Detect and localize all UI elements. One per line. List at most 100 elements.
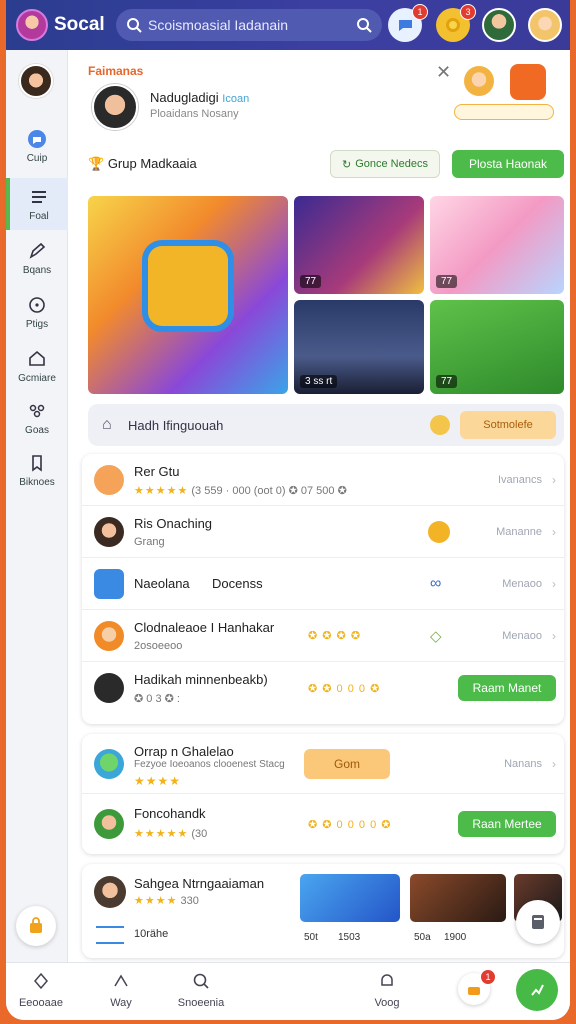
thumb-count: 1900: [444, 932, 467, 943]
check-shield-icon: ◇: [430, 627, 442, 645]
outline-button-label: Gonce Nedecs: [355, 158, 428, 170]
home-icon: [29, 350, 45, 366]
item-action[interactable]: Nanans: [504, 758, 542, 770]
thumb-label: 50a: [414, 932, 431, 943]
trophy-icon: 🏆: [88, 156, 105, 171]
shop-button[interactable]: [16, 906, 56, 946]
bookmark-icon: [32, 454, 42, 472]
group-title-text: Grup Madkaaia: [107, 156, 197, 171]
chevron-right-icon: ›: [552, 576, 556, 591]
list-item[interactable]: Ris Onaching Grang Mananne ›: [82, 506, 564, 558]
sidebar-item-feed[interactable]: Foal: [6, 178, 68, 230]
item-action[interactable]: Ivanancs: [498, 474, 542, 486]
tile-caption: 77: [436, 375, 458, 388]
sidebar-item-label: Gcmiare: [18, 372, 56, 384]
star-rating: ★★★★★: [134, 485, 189, 497]
item-count: 330: [180, 895, 199, 907]
sidebar-item-groups[interactable]: Goas: [6, 392, 68, 444]
banner-title: Hadh Ifinguouah: [128, 417, 224, 433]
profile-name-link[interactable]: Icoan: [222, 93, 249, 105]
sidebar-item-ptigs[interactable]: Ptigs: [6, 286, 68, 338]
item-sub: 10rähe: [134, 928, 169, 940]
play-fab[interactable]: [516, 969, 558, 1011]
compose-button[interactable]: [516, 900, 560, 944]
item-title: Orrap n Ghalelao: [134, 744, 234, 759]
dice-cube: [148, 246, 228, 326]
banner[interactable]: ⌂ Hadh Ifinguouah Sotmolefe: [88, 404, 564, 446]
bottom-nav-item[interactable]: Eeooaae: [6, 971, 76, 1009]
list-icon: [96, 926, 124, 944]
refresh-icon: ↻: [342, 158, 352, 171]
sidebar-item-label: Bqans: [22, 264, 52, 276]
chat-notification-icon[interactable]: 1: [388, 4, 428, 42]
star-rating: ★★★★: [134, 895, 178, 907]
item-button[interactable]: Raam Manet: [458, 675, 556, 701]
notification-badge: 1: [412, 4, 428, 20]
like-button[interactable]: 1: [458, 969, 496, 1005]
home-icon: ⌂: [102, 416, 112, 433]
search-icon: [127, 18, 142, 33]
media-thumb[interactable]: [300, 874, 400, 922]
search-icon[interactable]: [356, 17, 372, 33]
item-icon: [94, 568, 124, 599]
item-action[interactable]: Menaoo: [502, 578, 542, 590]
banner-pill[interactable]: Sotmolefe: [460, 411, 556, 439]
list-item[interactable]: Orrap n Ghalelao Fezyoe Ioeoanos clooene…: [82, 734, 564, 794]
sun-icon: [428, 520, 450, 543]
friend-avatar[interactable]: [482, 8, 516, 42]
bottom-nav-item[interactable]: Voog: [352, 971, 422, 1009]
friend-card[interactable]: [454, 58, 564, 126]
item-pill[interactable]: Gom: [304, 748, 390, 779]
coin-icon[interactable]: 3: [436, 4, 476, 42]
bottom-nav-item[interactable]: Snoeenia: [166, 971, 236, 1009]
item-sub: 2osoeeoo: [134, 640, 183, 652]
bottom-nav-item[interactable]: Way: [86, 971, 156, 1009]
search-text: Scoismoasial Iadanain: [148, 17, 289, 33]
list-item[interactable]: Foncohandk ★★★★★ (30 ✪ ✪ 0 0 0 0 ✪ Raan …: [82, 794, 564, 854]
sidebar-avatar[interactable]: [19, 64, 53, 98]
game-tile[interactable]: 77: [430, 300, 564, 394]
item-action[interactable]: Mananne: [496, 526, 542, 538]
game-tile-large[interactable]: [88, 196, 288, 394]
list-item[interactable]: Clodnaleaoe I Hanhakar 2osoeeoo ✪ ✪ ✪ ✪ …: [82, 610, 564, 662]
chevron-right-icon: ›: [552, 628, 556, 643]
search-input[interactable]: Scoismoasial Iadanain: [116, 9, 382, 41]
friend-status-pill: [454, 104, 554, 120]
game-tile[interactable]: 77: [294, 196, 424, 294]
list-item[interactable]: Hadikah minnenbeakb) ✪ 0 3 ✪ : ✪ ✪ 0 0 0…: [82, 662, 564, 714]
item-title-2: Docenss: [212, 576, 263, 591]
main-content: Faimanas ✕ Nadugladigi Icoan Ploaidans N…: [68, 50, 570, 962]
media-thumb[interactable]: [410, 874, 506, 922]
game-tile[interactable]: 3 ss rt: [294, 300, 424, 394]
close-icon[interactable]: ✕: [436, 62, 451, 83]
friend-avatar[interactable]: [528, 8, 562, 42]
sidebar-item-pen[interactable]: Bqans: [6, 232, 68, 284]
group-title: 🏆 Grup Madkaaia: [88, 156, 197, 172]
bottom-nav-label: Voog: [374, 997, 400, 1009]
bell-icon: [381, 974, 393, 986]
game-tile[interactable]: 77: [430, 196, 564, 294]
profile-avatar[interactable]: [92, 84, 138, 130]
sidebar-item-bookmarks[interactable]: Biknoes: [6, 444, 68, 496]
list-item[interactable]: Naeolana Docenss ∞ Menaoo ›: [82, 558, 564, 610]
green-action-label: Plosta Haonak: [468, 157, 548, 171]
green-action-button[interactable]: Plosta Haonak: [452, 150, 564, 178]
item-sub: ✪ 0 3 ✪ :: [134, 693, 180, 705]
note-icon: [532, 915, 544, 929]
sidebar-item-chat[interactable]: Cuip: [6, 120, 68, 172]
item-sub: ★★★★★ (30: [134, 827, 207, 840]
item-button[interactable]: Raan Mertee: [458, 811, 556, 837]
sidebar-item-home[interactable]: Gcmiare: [6, 340, 68, 392]
item-avatar: [94, 876, 126, 908]
bottom-nav-label: Eeooaae: [18, 997, 64, 1009]
item-meta: (3 559 · 000 (oot 0) ✪ 07 500 ✪: [191, 485, 347, 497]
tile-caption: 77: [436, 275, 458, 288]
item-action[interactable]: Menaoo: [502, 630, 542, 642]
link-icon: ∞: [430, 574, 442, 592]
outline-button[interactable]: ↻ Gonce Nedecs: [330, 150, 440, 178]
thumbs-up-icon: [468, 987, 480, 995]
star-rating: ✪ ✪ 0 0 0 ✪: [308, 682, 381, 695]
list-item[interactable]: Rer Gtu ★★★★★ (3 559 · 000 (oot 0) ✪ 07 …: [82, 454, 564, 506]
game-thumb: [510, 64, 546, 100]
user-avatar[interactable]: [16, 9, 48, 41]
